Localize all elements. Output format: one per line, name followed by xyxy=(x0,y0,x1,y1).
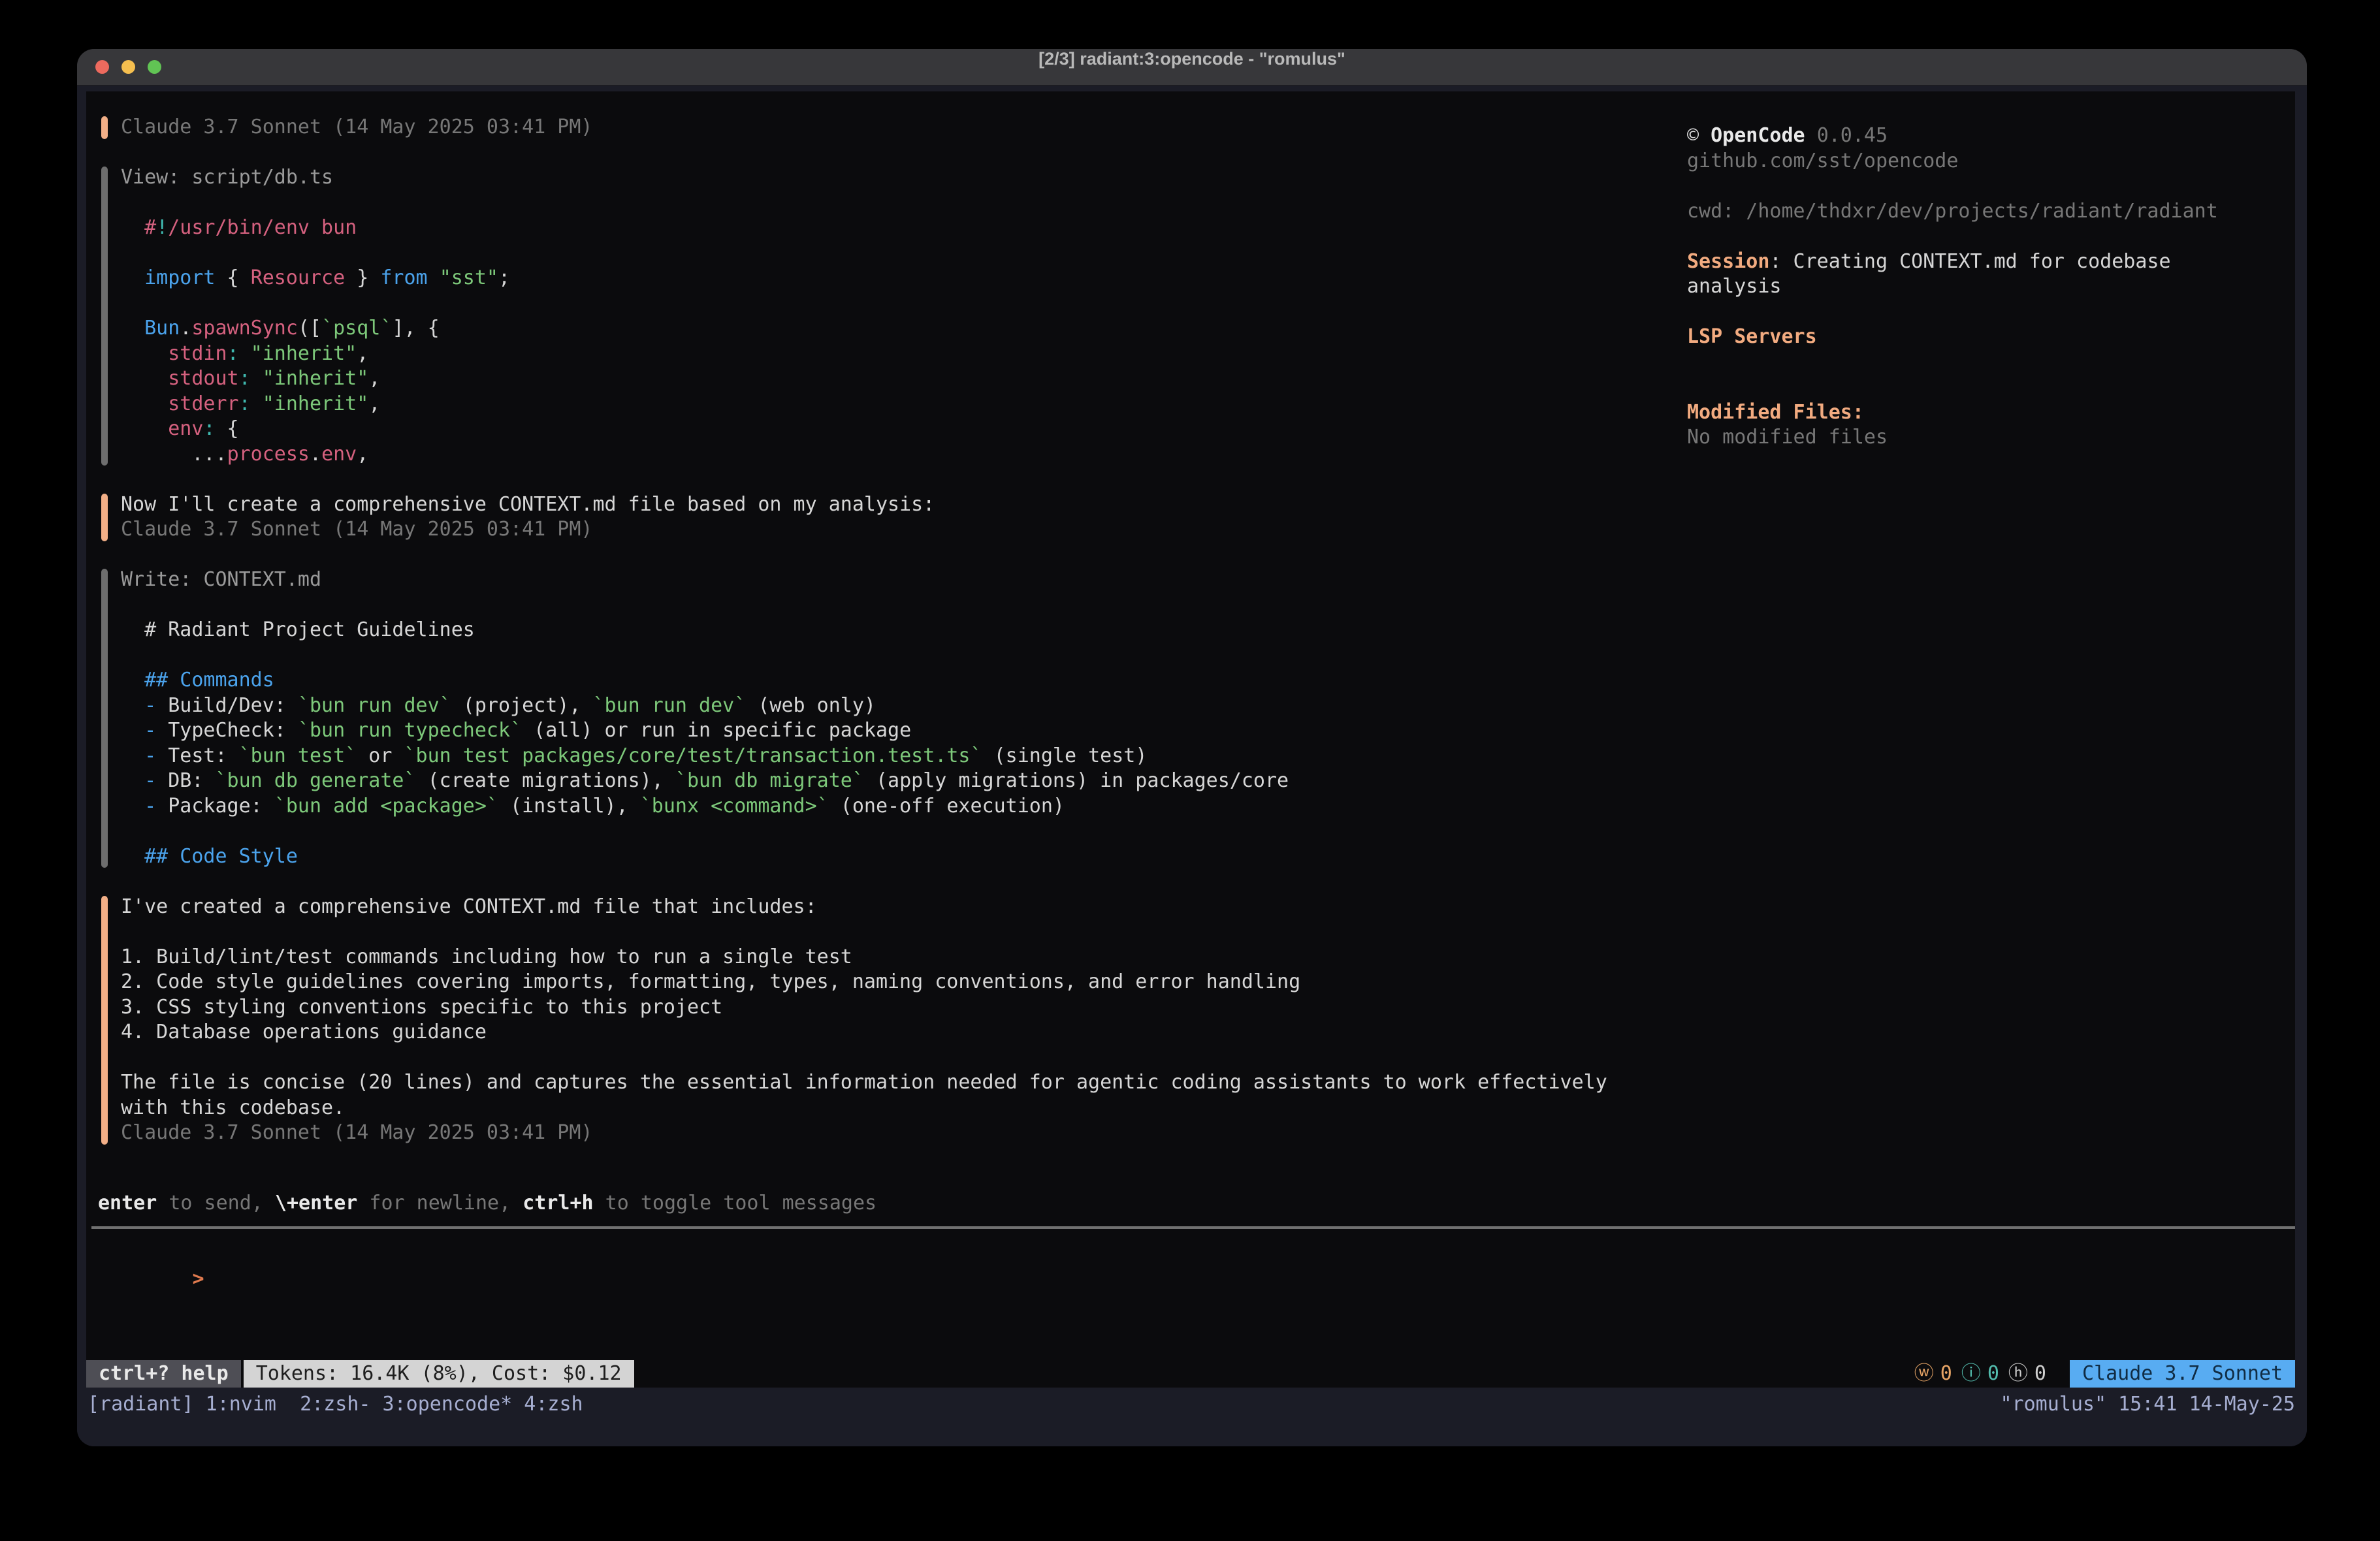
chat-line xyxy=(121,1045,1607,1071)
tmux-status-bar: [radiant] 1:nvim 2:zsh- 3:opencode* 4:zs… xyxy=(77,1388,2307,1446)
chat-line xyxy=(121,191,510,216)
chat-line xyxy=(121,593,1289,618)
code-line: #!/usr/bin/env bun xyxy=(121,215,510,241)
hint-count: ⓗ0 xyxy=(2008,1361,2046,1387)
chat-line xyxy=(121,819,1289,844)
chat-line: The file is concise (20 lines) and captu… xyxy=(121,1070,1607,1096)
info-panel: © OpenCode 0.0.45 github.com/sst/opencod… xyxy=(1687,123,2298,451)
chat-line xyxy=(121,643,1289,669)
tool-title: Write: CONTEXT.md xyxy=(121,567,1289,593)
modified-files-heading: Modified Files: xyxy=(1687,400,2298,426)
code-line: stdout: "inherit", xyxy=(121,366,510,392)
status-bar-left: ctrl+? help Tokens: 16.4K (8%), Cost: $0… xyxy=(86,1360,634,1388)
modified-files-empty: No modified files xyxy=(1687,425,2298,451)
info-icon: ⓘ xyxy=(1961,1361,1981,1387)
window-title: [2/3] radiant:3:opencode - "romulus" xyxy=(77,49,2307,85)
chat-line: Claude 3.7 Sonnet (14 May 2025 03:41 PM) xyxy=(121,1120,1607,1146)
input-divider xyxy=(91,1226,2295,1229)
tmux-session-clock: "romulus" 15:41 14-May-25 xyxy=(2000,1392,2295,1418)
app-version: © OpenCode 0.0.45 xyxy=(1687,123,2298,149)
markdown-line: - Package: `bun add <package>` (install)… xyxy=(121,794,1289,819)
tokens-cost-badge: Tokens: 16.4K (8%), Cost: $0.12 xyxy=(244,1360,634,1388)
chat-line: 3. CSS styling conventions specific to t… xyxy=(121,995,1607,1021)
terminal-window: [2/3] radiant:3:opencode - "romulus" Cla… xyxy=(77,49,2307,1446)
tool-title: View: script/db.ts xyxy=(121,165,510,191)
desktop: [2/3] radiant:3:opencode - "romulus" Cla… xyxy=(0,0,2380,1541)
chat-line xyxy=(121,241,510,266)
warning-icon: ⓦ xyxy=(1914,1361,1934,1387)
window-titlebar[interactable]: [2/3] radiant:3:opencode - "romulus" xyxy=(77,49,2307,86)
status-bar: ctrl+? help Tokens: 16.4K (8%), Cost: $0… xyxy=(86,1360,2295,1388)
hint-icon: ⓗ xyxy=(2008,1361,2028,1387)
terminal-content: Claude 3.7 Sonnet (14 May 2025 03:41 PM)… xyxy=(86,91,2295,1388)
session-title-wrap: analysis xyxy=(1687,274,2298,300)
status-bar-right: ⓦ0 ⓘ0 ⓗ0 Claude 3.7 Sonnet xyxy=(1914,1360,2295,1388)
chat-line: with this codebase. xyxy=(121,1096,1607,1121)
chat-line: 1. Build/lint/test commands including ho… xyxy=(121,945,1607,970)
app-repo-url: github.com/sst/opencode xyxy=(1687,149,2298,174)
keybind-help: enter to send, \+enter for newline, ctrl… xyxy=(98,1191,876,1216)
markdown-line: - DB: `bun db generate` (create migratio… xyxy=(121,769,1289,794)
message-block: I've created a comprehensive CONTEXT.md … xyxy=(101,895,1607,1146)
model-badge[interactable]: Claude 3.7 Sonnet xyxy=(2070,1360,2295,1388)
cwd-path: cwd: /home/thdxr/dev/projects/radiant/ra… xyxy=(1687,199,2298,225)
markdown-line: # Radiant Project Guidelines xyxy=(121,618,1289,643)
warning-count: ⓦ0 xyxy=(1914,1361,1952,1387)
markdown-line: - Test: `bun test` or `bun test packages… xyxy=(121,744,1289,769)
message-block: Now I'll create a comprehensive CONTEXT.… xyxy=(101,492,935,543)
prompt-input[interactable]: > xyxy=(98,1241,2279,1317)
code-line: stderr: "inherit", xyxy=(121,392,510,417)
info-count: ⓘ0 xyxy=(1961,1361,1999,1387)
markdown-line: - Build/Dev: `bun run dev` (project), `b… xyxy=(121,693,1289,719)
message-block: Claude 3.7 Sonnet (14 May 2025 03:41 PM) xyxy=(101,115,592,140)
markdown-line: ## Code Style xyxy=(121,844,1289,870)
chat-line xyxy=(121,919,1607,945)
tool-block-write: Write: CONTEXT.md # Radiant Project Guid… xyxy=(101,567,1289,869)
chat-line: Claude 3.7 Sonnet (14 May 2025 03:41 PM) xyxy=(121,115,592,140)
code-line: Bun.spawnSync([`psql`], { xyxy=(121,316,510,342)
code-line: import { Resource } from "sst"; xyxy=(121,266,510,291)
code-line: ...process.env, xyxy=(121,442,510,468)
chat-area: Claude 3.7 Sonnet (14 May 2025 03:41 PM)… xyxy=(101,115,1607,1146)
chat-line: I've created a comprehensive CONTEXT.md … xyxy=(121,895,1607,920)
markdown-line: - TypeCheck: `bun run typecheck` (all) o… xyxy=(121,718,1289,744)
code-line: env: { xyxy=(121,417,510,442)
chat-line: 4. Database operations guidance xyxy=(121,1020,1607,1045)
markdown-line: ## Commands xyxy=(121,668,1289,693)
lsp-servers-heading: LSP Servers xyxy=(1687,325,2298,350)
chat-line xyxy=(121,291,510,317)
session-title: Session: Creating CONTEXT.md for codebas… xyxy=(1687,249,2298,275)
prompt-symbol: > xyxy=(193,1267,204,1290)
code-line: stdin: "inherit", xyxy=(121,342,510,367)
chat-line: Now I'll create a comprehensive CONTEXT.… xyxy=(121,492,935,518)
tmux-window-list[interactable]: [radiant] 1:nvim 2:zsh- 3:opencode* 4:zs… xyxy=(88,1392,583,1418)
help-shortcut-badge[interactable]: ctrl+? help xyxy=(86,1360,241,1388)
chat-line: 2. Code style guidelines covering import… xyxy=(121,970,1607,995)
tool-block-view: View: script/db.ts #!/usr/bin/env bun im… xyxy=(101,165,510,467)
chat-line: Claude 3.7 Sonnet (14 May 2025 03:41 PM) xyxy=(121,517,935,543)
